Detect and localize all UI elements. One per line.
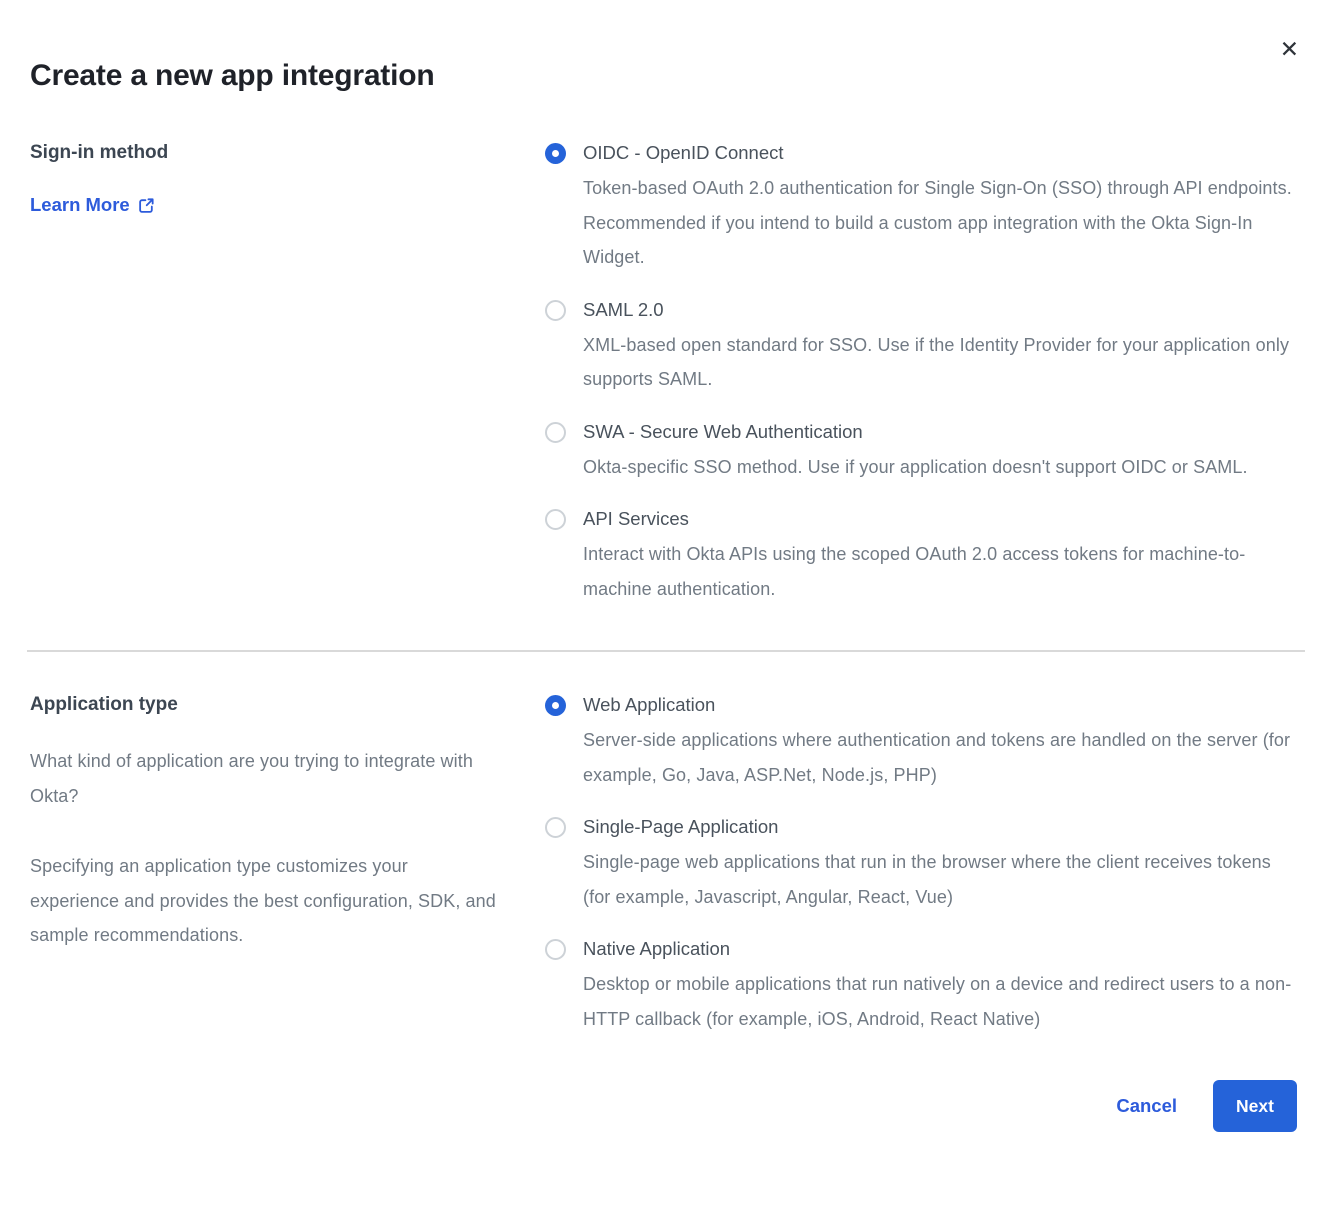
radio-swa[interactable]: [545, 422, 566, 443]
application-type-section: Application type What kind of applicatio…: [0, 692, 1332, 1036]
learn-more-link[interactable]: Learn More: [30, 194, 155, 216]
application-type-left-column: Application type What kind of applicatio…: [30, 692, 545, 1036]
option-saml-label[interactable]: SAML 2.0: [583, 297, 1302, 323]
option-swa-label[interactable]: SWA - Secure Web Authentication: [583, 419, 1302, 445]
option-web-application-description: Server-side applications where authentic…: [583, 723, 1295, 792]
application-type-note: Specifying an application type customize…: [30, 849, 500, 953]
sign-in-method-label: Sign-in method: [30, 140, 525, 166]
option-native-application[interactable]: Native Application Desktop or mobile app…: [545, 936, 1302, 1036]
option-single-page-application-description: Single-page web applications that run in…: [583, 845, 1295, 914]
option-swa-description: Okta-specific SSO method. Use if your ap…: [583, 450, 1295, 485]
option-web-application-label[interactable]: Web Application: [583, 692, 1302, 718]
learn-more-label[interactable]: Learn More: [30, 194, 130, 216]
close-icon[interactable]: ✕: [1280, 38, 1299, 61]
option-api-services-label[interactable]: API Services: [583, 506, 1302, 532]
radio-single-page-application[interactable]: [545, 817, 566, 838]
page-title: Create a new app integration: [0, 0, 1332, 94]
option-single-page-application-label[interactable]: Single-Page Application: [583, 814, 1302, 840]
radio-oidc[interactable]: [545, 143, 566, 164]
option-oidc-description: Token-based OAuth 2.0 authentication for…: [583, 171, 1295, 275]
application-type-label: Application type: [30, 692, 525, 718]
option-api-services[interactable]: API Services Interact with Okta APIs usi…: [545, 506, 1302, 606]
option-swa[interactable]: SWA - Secure Web Authentication Okta-spe…: [545, 419, 1302, 485]
section-divider: [27, 650, 1305, 652]
cancel-button[interactable]: Cancel: [1116, 1095, 1177, 1117]
option-saml[interactable]: SAML 2.0 XML-based open standard for SSO…: [545, 297, 1302, 397]
sign-in-method-left-column: Sign-in method Learn More: [30, 140, 545, 606]
application-type-question: What kind of application are you trying …: [30, 744, 520, 813]
external-link-icon: [138, 197, 155, 214]
option-api-services-description: Interact with Okta APIs using the scoped…: [583, 537, 1295, 606]
modal-footer: Cancel Next: [0, 1080, 1332, 1132]
sign-in-method-options: OIDC - OpenID Connect Token-based OAuth …: [545, 140, 1302, 606]
option-oidc-label[interactable]: OIDC - OpenID Connect: [583, 140, 1302, 166]
radio-saml[interactable]: [545, 300, 566, 321]
create-app-integration-modal: ✕ Create a new app integration Sign-in m…: [0, 0, 1332, 1210]
option-oidc[interactable]: OIDC - OpenID Connect Token-based OAuth …: [545, 140, 1302, 275]
next-button[interactable]: Next: [1213, 1080, 1297, 1132]
option-native-application-label[interactable]: Native Application: [583, 936, 1302, 962]
option-single-page-application[interactable]: Single-Page Application Single-page web …: [545, 814, 1302, 914]
radio-native-application[interactable]: [545, 939, 566, 960]
option-saml-description: XML-based open standard for SSO. Use if …: [583, 328, 1295, 397]
radio-api-services[interactable]: [545, 509, 566, 530]
option-web-application[interactable]: Web Application Server-side applications…: [545, 692, 1302, 792]
option-native-application-description: Desktop or mobile applications that run …: [583, 967, 1295, 1036]
sign-in-method-section: Sign-in method Learn More OIDC - OpenID …: [0, 140, 1332, 650]
application-type-options: Web Application Server-side applications…: [545, 692, 1302, 1036]
radio-web-application[interactable]: [545, 695, 566, 716]
